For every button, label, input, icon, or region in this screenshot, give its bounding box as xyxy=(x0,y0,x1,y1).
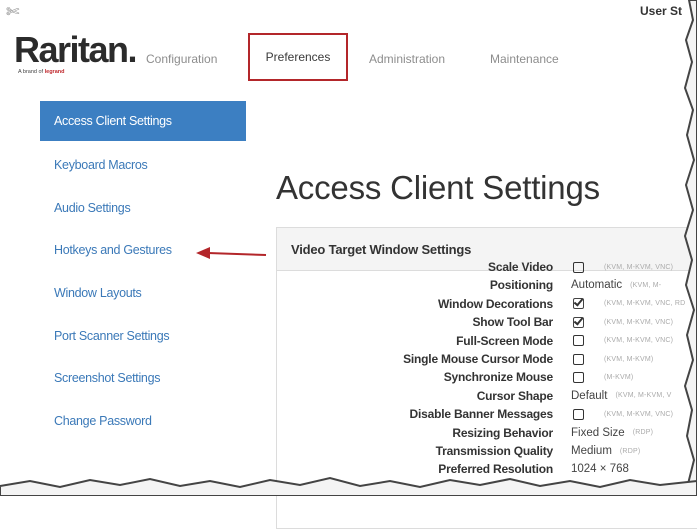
setting-row: Transmission Quality Medium (RDP) xyxy=(0,442,697,460)
scale-video-checkbox[interactable] xyxy=(573,261,584,273)
show-tool-bar-checkbox[interactable] xyxy=(573,316,584,328)
setting-row: Cursor Shape Default (KVM, M-KVM, V xyxy=(0,387,697,405)
cursor-shape-value[interactable]: Default xyxy=(571,390,607,402)
setting-label: Show Tool Bar xyxy=(472,315,553,330)
sidebar-item-keyboard-macros[interactable]: Keyboard Macros xyxy=(40,144,246,187)
torn-edge-bottom xyxy=(0,476,697,496)
tab-configuration[interactable]: Configuration xyxy=(146,52,217,66)
single-mouse-cursor-mode-checkbox[interactable] xyxy=(573,353,584,365)
raritan-logo[interactable]: Raritan. A brand of legrand xyxy=(14,30,137,86)
window-decorations-checkbox[interactable] xyxy=(573,298,584,310)
setting-row: Resizing Behavior Fixed Size (RDP) xyxy=(0,424,697,442)
tab-preferences[interactable]: Preferences xyxy=(248,33,348,81)
resizing-behavior-value[interactable]: Fixed Size xyxy=(571,427,625,439)
torn-edge-right xyxy=(683,0,697,496)
positioning-value[interactable]: Automatic xyxy=(571,279,622,291)
synchronize-mouse-checkbox[interactable] xyxy=(573,371,584,383)
disable-banner-messages-checkbox[interactable] xyxy=(573,408,584,420)
full-screen-mode-checkbox[interactable] xyxy=(573,335,584,347)
setting-label: Scale Video xyxy=(488,260,553,274)
setting-row: Show Tool Bar (KVM, M-KVM, VNC) xyxy=(0,313,697,331)
setting-row: Single Mouse Cursor Mode (KVM, M-KVM) xyxy=(0,350,697,368)
transmission-quality-value[interactable]: Medium xyxy=(571,445,612,457)
tab-maintenance[interactable]: Maintenance xyxy=(490,52,559,66)
setting-label: Cursor Shape xyxy=(476,388,553,403)
setting-row: Full-Screen Mode (KVM, M-KVM, VNC) xyxy=(0,332,697,350)
setting-row: Disable Banner Messages (KVM, M-KVM, VNC… xyxy=(0,405,697,423)
tab-administration[interactable]: Administration xyxy=(369,52,445,66)
setting-label: Transmission Quality xyxy=(435,444,554,458)
setting-label: Full-Screen Mode xyxy=(456,333,553,348)
setting-label: Synchronize Mouse xyxy=(443,370,553,385)
setting-row: Window Decorations (KVM, M-KVM, VNC, RD xyxy=(0,295,697,313)
tools-icon: ✄ xyxy=(6,4,20,21)
setting-label: Disable Banner Messages xyxy=(409,407,554,422)
setting-label: Resizing Behavior xyxy=(452,425,553,440)
page-title: Access Client Settings xyxy=(276,169,600,207)
setting-label: Single Mouse Cursor Mode xyxy=(403,352,553,366)
setting-row: Positioning Automatic (KVM, M- xyxy=(0,276,697,294)
setting-row: Synchronize Mouse (M-KVM) xyxy=(0,368,697,386)
setting-label: Window Decorations xyxy=(438,296,553,311)
sidebar-item-access-client-settings[interactable]: Access Client Settings xyxy=(40,101,246,141)
setting-row: Scale Video (KVM, M-KVM, VNC) xyxy=(0,258,697,276)
sidebar-item-audio-settings[interactable]: Audio Settings xyxy=(40,186,246,229)
setting-label: Positioning xyxy=(489,278,553,293)
